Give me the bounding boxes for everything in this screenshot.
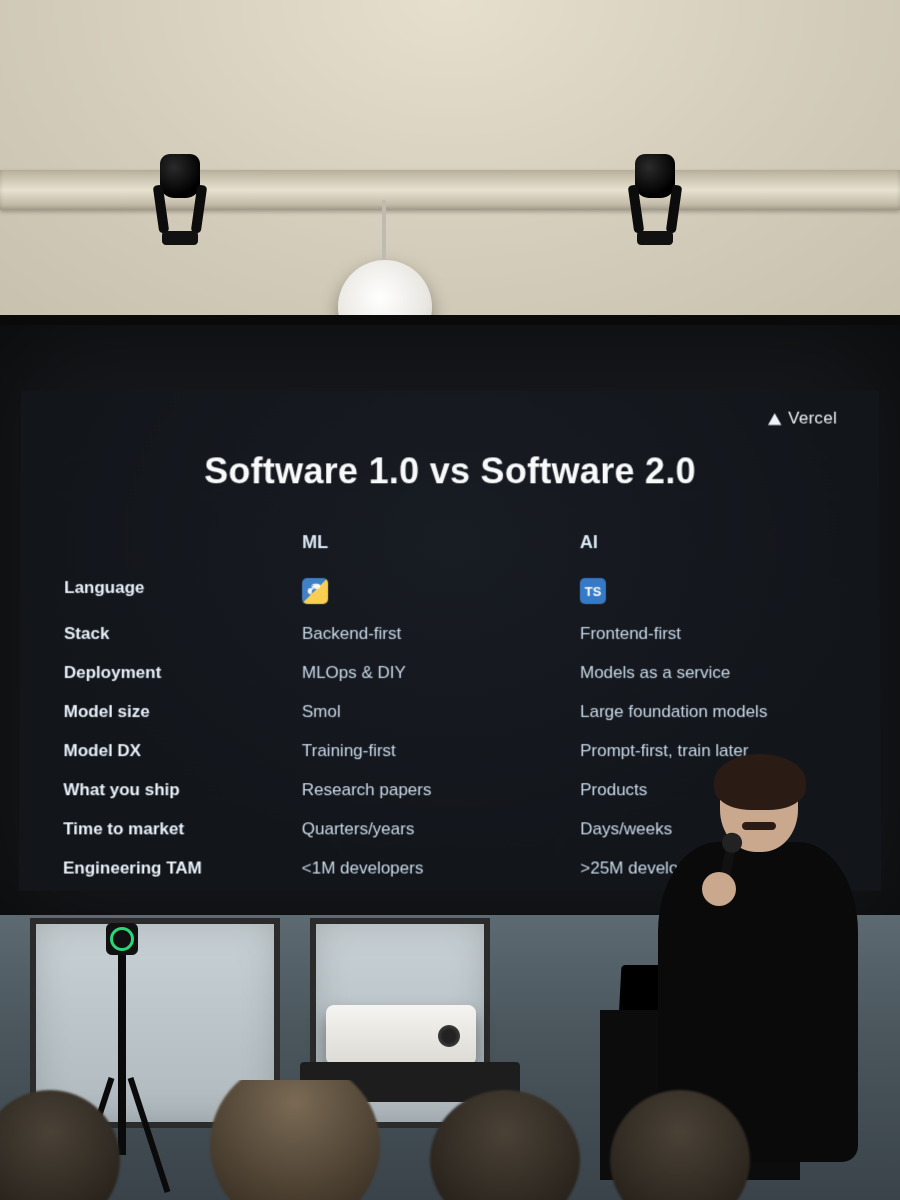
stage-light-left — [140, 150, 220, 245]
row-label-what-you-ship: What you ship — [63, 780, 283, 800]
row-label-language: Language — [64, 578, 284, 605]
cell-ml-model-size: Smol — [302, 702, 562, 722]
row-label-stack: Stack — [64, 624, 284, 644]
cell-ai-language: TS — [580, 578, 860, 605]
camera-icon — [106, 923, 138, 955]
cell-ml-ttm: Quarters/years — [302, 819, 563, 839]
crown-molding — [0, 170, 900, 210]
vercel-logo-icon — [767, 411, 782, 426]
table-header-ml: ML — [302, 532, 562, 559]
cell-ml-language — [302, 578, 562, 605]
cell-ml-deployment: MLOps & DIY — [302, 663, 562, 683]
brand-name: Vercel — [788, 409, 837, 429]
row-label-engineering-tam: Engineering TAM — [63, 858, 284, 878]
table-header-ai: AI — [580, 532, 860, 559]
audience — [0, 1080, 900, 1200]
cell-ai-stack: Frontend-first — [580, 624, 860, 644]
row-label-time-to-market: Time to market — [63, 819, 284, 839]
photo-scene: Vercel Software 1.0 vs Software 2.0 . ML… — [0, 0, 900, 1200]
cell-ai-model-size: Large foundation models — [580, 702, 860, 722]
cell-ml-tam: <1M developers — [302, 858, 563, 878]
cell-ml-stack: Backend-first — [302, 624, 562, 644]
row-label-deployment: Deployment — [64, 663, 284, 683]
python-icon — [302, 578, 328, 604]
cell-ml-ship: Research papers — [302, 780, 562, 800]
projector-unit — [326, 1005, 476, 1065]
brand-badge: Vercel — [767, 409, 837, 429]
cell-ai-deployment: Models as a service — [580, 663, 860, 683]
stage-light-right — [615, 150, 695, 245]
row-label-model-dx: Model DX — [63, 741, 283, 761]
cell-ai-model-dx: Prompt-first, train later — [580, 741, 860, 761]
row-label-model-size: Model size — [64, 702, 284, 722]
cell-ml-model-dx: Training-first — [302, 741, 562, 761]
typescript-icon: TS — [580, 578, 606, 604]
slide-title: Software 1.0 vs Software 2.0 — [65, 450, 836, 492]
ceiling — [0, 0, 900, 315]
